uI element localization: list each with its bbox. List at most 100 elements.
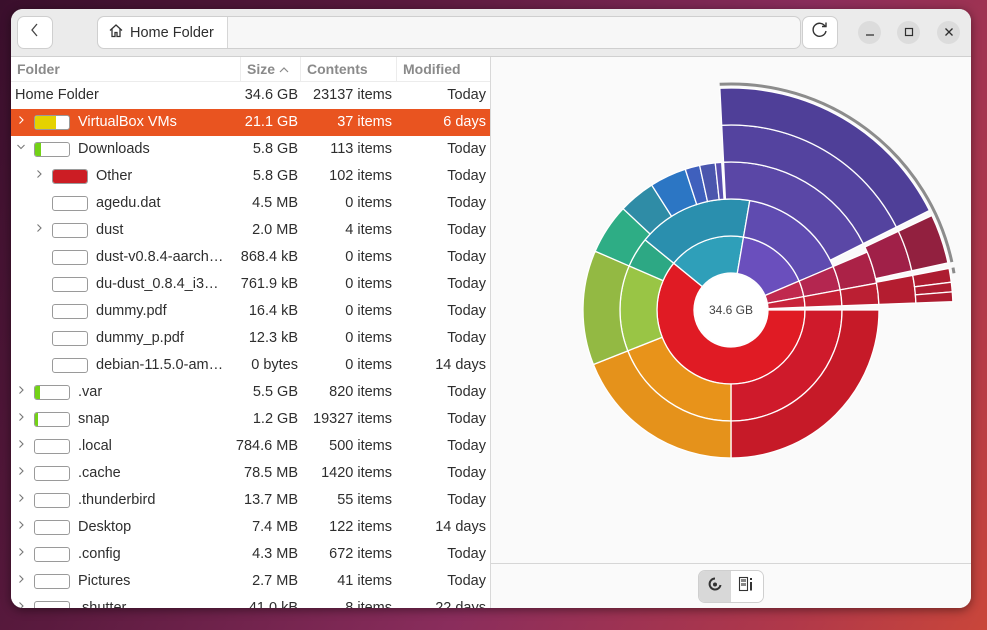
view-switcher xyxy=(698,570,764,603)
row-contents: 0 items xyxy=(345,276,392,292)
tree-row[interactable]: dust-v0.8.4-aarch… 868.4 kB 0 items Today xyxy=(11,244,490,271)
row-size: 761.9 kB xyxy=(240,276,298,292)
row-name: Home Folder xyxy=(15,87,99,103)
tree-row[interactable]: snap 1.2 GB 19327 items Today xyxy=(11,406,490,433)
column-separator xyxy=(396,57,397,81)
row-size: 0 bytes xyxy=(251,357,298,373)
usage-bar xyxy=(34,115,70,130)
tree-row[interactable]: .local 784.6 MB 500 items Today xyxy=(11,433,490,460)
back-button[interactable] xyxy=(17,16,53,49)
column-separator xyxy=(240,57,241,81)
chevron-down-icon[interactable] xyxy=(15,141,27,156)
usage-bar xyxy=(34,574,70,589)
row-size: 12.3 kB xyxy=(248,330,298,346)
row-size: 34.6 GB xyxy=(244,87,298,103)
row-modified: Today xyxy=(447,168,486,184)
row-modified: Today xyxy=(447,330,486,346)
treemap-view-button[interactable] xyxy=(731,571,763,602)
path-bar: Home Folder xyxy=(97,16,801,49)
row-name: Desktop xyxy=(78,519,132,535)
tree-row[interactable]: du-dust_0.8.4_i3… 761.9 kB 0 items Today xyxy=(11,271,490,298)
chevron-right-icon[interactable] xyxy=(33,222,45,237)
view-bar xyxy=(491,563,971,608)
row-modified: Today xyxy=(447,411,486,427)
row-size: 41.0 kB xyxy=(248,600,298,608)
tree-row[interactable]: .config 4.3 MB 672 items Today xyxy=(11,541,490,568)
column-size-label: Size xyxy=(247,61,276,77)
row-size: 5.8 GB xyxy=(252,141,298,157)
chevron-right-icon[interactable] xyxy=(15,438,27,453)
chevron-right-icon[interactable] xyxy=(15,492,27,507)
row-modified: Today xyxy=(447,546,486,562)
reload-icon xyxy=(811,21,829,44)
usage-bar xyxy=(52,277,88,292)
column-size[interactable]: Size xyxy=(247,61,289,77)
chevron-right-icon[interactable] xyxy=(15,519,27,534)
tree-row[interactable]: dummy.pdf 16.4 kB 0 items Today xyxy=(11,298,490,325)
chevron-right-icon[interactable] xyxy=(15,546,27,561)
tree-row[interactable]: debian-11.5.0-am… 0 bytes 0 items 14 days xyxy=(11,352,490,379)
row-size: 4.5 MB xyxy=(252,195,298,211)
row-contents: 102 items xyxy=(329,168,392,184)
row-size: 13.7 MB xyxy=(244,492,298,508)
chevron-right-icon[interactable] xyxy=(15,411,27,426)
usage-bar xyxy=(52,331,88,346)
usage-bar xyxy=(34,601,70,608)
tree-row[interactable]: VirtualBox VMs 21.1 GB 37 items 6 days xyxy=(11,109,490,136)
tree-row[interactable]: .cache 78.5 MB 1420 items Today xyxy=(11,460,490,487)
row-size: 2.7 MB xyxy=(252,573,298,589)
row-contents: 0 items xyxy=(345,249,392,265)
row-modified: Today xyxy=(447,195,486,211)
maximize-icon xyxy=(904,26,914,40)
minimize-button[interactable] xyxy=(858,21,881,44)
tree-row[interactable]: Pictures 2.7 MB 41 items Today xyxy=(11,568,490,595)
ring-segment[interactable] xyxy=(875,274,917,306)
chevron-right-icon[interactable] xyxy=(15,384,27,399)
folder-tree[interactable]: Folder Size Contents Modified Home Folde… xyxy=(11,57,491,608)
tree-row[interactable]: Other 5.8 GB 102 items Today xyxy=(11,163,490,190)
tree-row[interactable]: Desktop 7.4 MB 122 items 14 days xyxy=(11,514,490,541)
tree-row[interactable]: .var 5.5 GB 820 items Today xyxy=(11,379,490,406)
row-size: 868.4 kB xyxy=(240,249,298,265)
maximize-button[interactable] xyxy=(897,21,920,44)
chevron-right-icon[interactable] xyxy=(15,600,27,608)
chevron-left-icon xyxy=(30,22,40,43)
row-name: .local xyxy=(78,438,112,454)
column-contents[interactable]: Contents xyxy=(307,61,368,77)
tree-row[interactable]: .shutter 41.0 kB 8 items 22 days xyxy=(11,595,490,608)
ring-chart-view-button[interactable] xyxy=(699,571,731,602)
row-contents: 0 items xyxy=(345,357,392,373)
sort-ascending-icon xyxy=(279,61,289,77)
column-folder[interactable]: Folder xyxy=(17,61,60,77)
tree-row[interactable]: dust 2.0 MB 4 items Today xyxy=(11,217,490,244)
chevron-right-icon[interactable] xyxy=(15,114,27,129)
row-modified: Today xyxy=(447,492,486,508)
chevron-right-icon[interactable] xyxy=(15,573,27,588)
usage-bar xyxy=(34,493,70,508)
row-name: dummy.pdf xyxy=(96,303,167,319)
row-modified: Today xyxy=(447,87,486,103)
row-contents: 4 items xyxy=(345,222,392,238)
chevron-right-icon[interactable] xyxy=(33,168,45,183)
hover-highlight-arc xyxy=(951,267,956,274)
tree-row[interactable]: dummy_p.pdf 12.3 kB 0 items Today xyxy=(11,325,490,352)
chevron-right-icon[interactable] xyxy=(15,465,27,480)
row-contents: 55 items xyxy=(337,492,392,508)
path-segment-label: Home Folder xyxy=(130,24,214,41)
ring-chart[interactable]: 34.6 GB xyxy=(491,57,971,563)
tree-row[interactable]: agedu.dat 4.5 MB 0 items Today xyxy=(11,190,490,217)
ring-chart-pane[interactable]: 34.6 GB xyxy=(491,57,971,563)
tree-row[interactable]: Downloads 5.8 GB 113 items Today xyxy=(11,136,490,163)
usage-bar xyxy=(52,196,88,211)
row-name: Pictures xyxy=(78,573,131,589)
tree-row[interactable]: .thunderbird 13.7 MB 55 items Today xyxy=(11,487,490,514)
path-segment-home[interactable]: Home Folder xyxy=(98,17,228,48)
reload-button[interactable] xyxy=(802,16,838,49)
close-button[interactable] xyxy=(937,21,960,44)
column-modified[interactable]: Modified xyxy=(403,61,461,77)
row-modified: Today xyxy=(447,438,486,454)
home-icon xyxy=(108,23,130,42)
row-contents: 122 items xyxy=(329,519,392,535)
ring-segment[interactable] xyxy=(619,265,664,352)
root-row[interactable]: Home Folder 34.6 GB 23137 items Today xyxy=(11,82,490,109)
